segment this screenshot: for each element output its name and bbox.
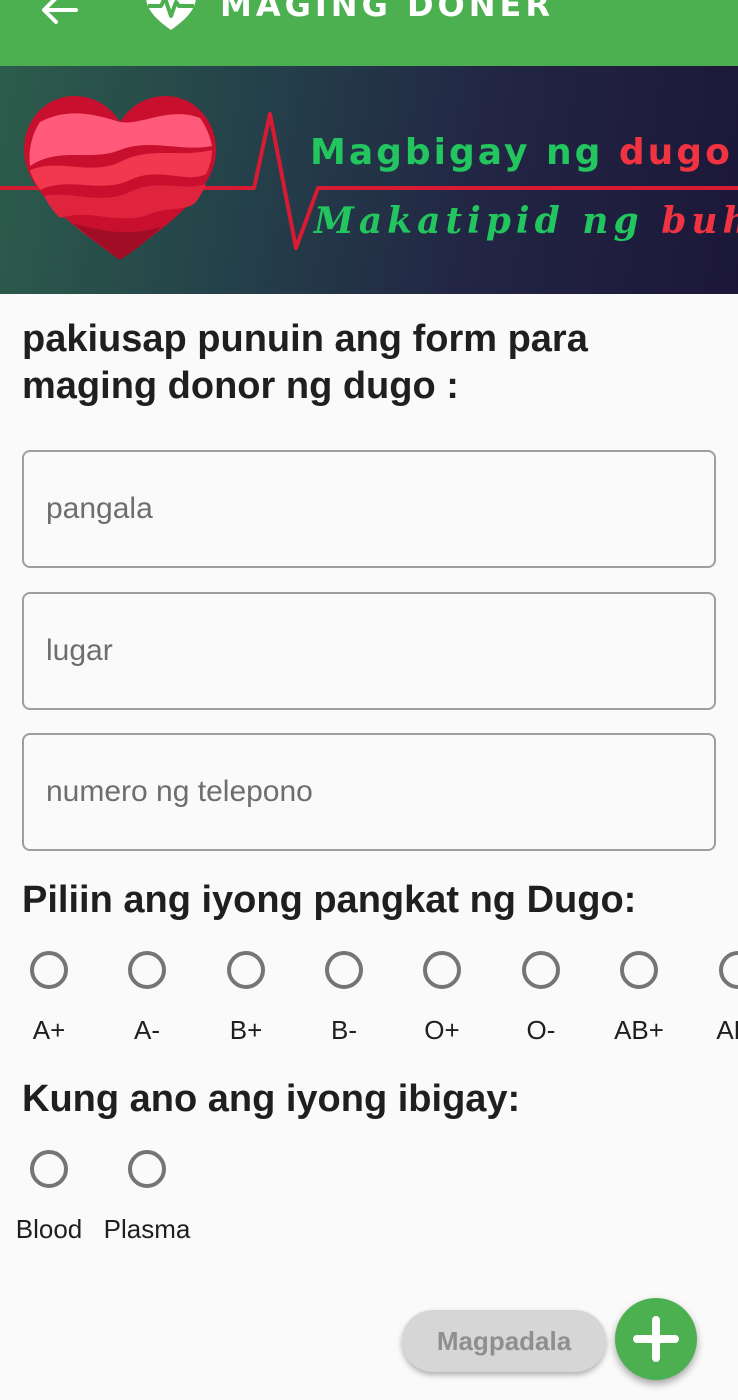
donation-type-options: Blood Plasma bbox=[0, 1150, 738, 1260]
radio-blood-group-o-pos[interactable]: O+ bbox=[393, 951, 491, 1061]
radio-circle[interactable] bbox=[620, 951, 658, 989]
radio-circle[interactable] bbox=[325, 951, 363, 989]
radio-label: O- bbox=[526, 1015, 556, 1045]
radio-label: AB- bbox=[716, 1015, 738, 1045]
radio-label: O+ bbox=[424, 1015, 460, 1045]
arrow-left-icon bbox=[42, 0, 78, 24]
radio-blood-group-ab-pos[interactable]: AB+ bbox=[590, 951, 688, 1061]
phone-field[interactable] bbox=[22, 733, 716, 851]
banner-slogan-line1: Magbigay ng dugo bbox=[310, 132, 733, 173]
radio-label: A+ bbox=[32, 1015, 66, 1045]
radio-circle[interactable] bbox=[30, 951, 68, 989]
plus-icon bbox=[633, 1316, 679, 1362]
radio-circle[interactable] bbox=[128, 951, 166, 989]
radio-blood-group-ab-neg[interactable]: AB- bbox=[689, 951, 738, 1061]
blood-group-heading: Piliin ang iyong pangkat ng Dugo: bbox=[22, 879, 637, 921]
name-field[interactable] bbox=[22, 450, 716, 568]
heart-icon bbox=[24, 96, 216, 260]
radio-label: B- bbox=[331, 1015, 357, 1045]
radio-circle[interactable] bbox=[522, 951, 560, 989]
radio-label: AB+ bbox=[614, 1015, 664, 1045]
form-title: pakiusap punuin ang form para maging don… bbox=[22, 318, 588, 407]
radio-circle[interactable] bbox=[128, 1150, 166, 1188]
radio-donation-plasma[interactable]: Plasma bbox=[98, 1150, 196, 1260]
page-title: MAGING DONER bbox=[220, 0, 555, 24]
radio-blood-group-o-neg[interactable]: O- bbox=[492, 951, 590, 1061]
radio-label: B+ bbox=[229, 1015, 263, 1045]
radio-blood-group-a-pos[interactable]: A+ bbox=[0, 951, 98, 1061]
place-field[interactable] bbox=[22, 592, 716, 710]
radio-circle[interactable] bbox=[30, 1150, 68, 1188]
banner-slogan-line2: Makatipid ng buhay bbox=[314, 200, 738, 242]
blood-group-options: A+ A- B+ B- O+ O- AB+ AB- bbox=[0, 951, 738, 1061]
back-button[interactable] bbox=[36, 0, 84, 30]
radio-blood-group-b-pos[interactable]: B+ bbox=[197, 951, 295, 1061]
app-bar: MAGING DONER bbox=[0, 0, 738, 66]
radio-circle[interactable] bbox=[227, 951, 265, 989]
banner: Magbigay ng dugo Makatipid ng buhay bbox=[0, 66, 738, 294]
radio-circle[interactable] bbox=[423, 951, 461, 989]
donation-type-heading: Kung ano ang iyong ibigay: bbox=[22, 1078, 521, 1120]
submit-button[interactable]: Magpadala bbox=[402, 1310, 606, 1372]
radio-donation-blood[interactable]: Blood bbox=[0, 1150, 98, 1260]
radio-blood-group-b-neg[interactable]: B- bbox=[295, 951, 393, 1061]
banner-graphic bbox=[0, 96, 738, 260]
heart-pulse-icon bbox=[146, 0, 196, 30]
radio-blood-group-a-neg[interactable]: A- bbox=[98, 951, 196, 1061]
add-fab-button[interactable] bbox=[615, 1298, 697, 1380]
radio-label: Plasma bbox=[103, 1214, 191, 1244]
radio-circle[interactable] bbox=[719, 951, 738, 989]
radio-label: A- bbox=[134, 1015, 160, 1045]
radio-label: Blood bbox=[15, 1214, 83, 1244]
